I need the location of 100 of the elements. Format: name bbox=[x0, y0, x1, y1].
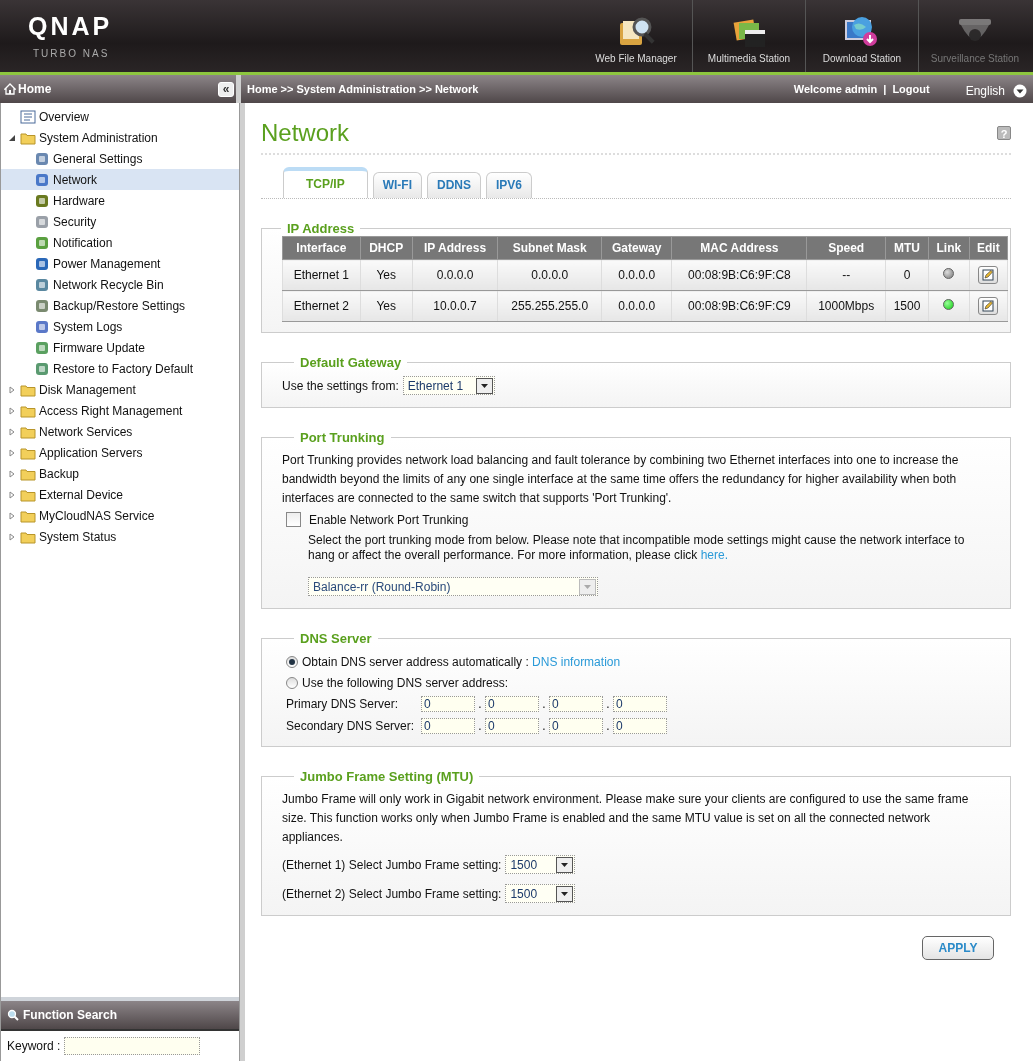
tab[interactable]: WI-FI bbox=[372, 172, 422, 198]
settings-page-icon bbox=[34, 234, 50, 251]
table-cell: 0.0.0.0 bbox=[412, 259, 498, 291]
dropdown[interactable]: 1500 bbox=[505, 884, 576, 903]
radio-label: Obtain DNS server address automatically : DNS information bbox=[302, 655, 621, 669]
product-name: TURBO NAS bbox=[32, 48, 111, 59]
dropdown-circle-icon bbox=[1013, 84, 1027, 98]
sidebar-item[interactable]: Network Recycle Bin bbox=[1, 274, 239, 295]
sidebar-item[interactable]: Firmware Update bbox=[1, 337, 239, 358]
description-text: Jumbo Frame will only work in Gigabit network environment. Please make sure your clients are configured to use the same frame size. This function works only when Jumbo Frame is enabled and the same MTU value is set on all the connected network appliances. bbox=[282, 791, 970, 846]
radio-button[interactable] bbox=[286, 677, 298, 689]
search-icon bbox=[7, 1009, 19, 1021]
column-header: MAC Address bbox=[671, 236, 807, 260]
hint-text: Select the port trunking mode from below. Please note that incompatible mode settings might cause the network interface to hang or affect the overall performance. For more information, please click here. bbox=[308, 533, 966, 563]
field-label: (Ethernet 2) Select Jumbo Frame setting: bbox=[282, 886, 502, 901]
sidebar-item[interactable]: System Logs bbox=[1, 316, 239, 337]
table-cell: 10.0.0.7 bbox=[412, 290, 498, 322]
sidebar-item[interactable]: General Settings bbox=[1, 148, 239, 169]
page-title: Network bbox=[261, 119, 350, 147]
sidebar-item[interactable]: MyCloudNAS Service bbox=[1, 505, 239, 526]
app-shortcut[interactable]: Download Station bbox=[805, 0, 918, 72]
sidebar-item[interactable]: Restore to Factory Default bbox=[1, 358, 239, 379]
checkbox-label: Enable Network Port Trunking bbox=[309, 512, 469, 527]
app-shortcut[interactable]: Multimedia Station bbox=[692, 0, 805, 72]
section-title: Port Trunking bbox=[299, 430, 386, 445]
settings-page-icon bbox=[34, 360, 50, 377]
sidebar-item[interactable]: System Status bbox=[1, 526, 239, 547]
folder-icon bbox=[20, 382, 36, 397]
folder-icon bbox=[20, 445, 36, 460]
caret-icon bbox=[584, 584, 591, 589]
field-label: Secondary DNS Server: bbox=[286, 719, 416, 733]
section-title: IP Address bbox=[286, 221, 356, 236]
ip-octet-field[interactable]: 0 bbox=[549, 696, 603, 712]
ip-octet-field[interactable]: 0 bbox=[613, 696, 667, 712]
sidebar-item[interactable]: Notification bbox=[1, 232, 239, 253]
radio-label: Use the following DNS server address: bbox=[302, 676, 509, 690]
folder-icon bbox=[20, 130, 36, 145]
dot-separator: . bbox=[477, 697, 483, 711]
sidebar-item[interactable]: Network bbox=[1, 169, 239, 190]
table-cell: Ethernet 1 bbox=[282, 259, 361, 291]
section-title: DNS Server bbox=[299, 631, 373, 646]
settings-page-icon bbox=[34, 255, 50, 272]
table-cell: 0.0.0.0 bbox=[497, 259, 602, 291]
sidebar-item[interactable]: Disk Management bbox=[1, 379, 239, 400]
folder-icon bbox=[20, 403, 36, 418]
sidebar-item[interactable]: Backup bbox=[1, 463, 239, 484]
keyword-field[interactable] bbox=[64, 1037, 201, 1055]
ip-octet-field[interactable]: 0 bbox=[613, 718, 667, 734]
section-title: Jumbo Frame Setting (MTU) bbox=[299, 769, 475, 784]
field-label: Use the settings from: bbox=[282, 378, 399, 393]
table-cell: -- bbox=[806, 259, 886, 291]
ip-octet-field[interactable]: 0 bbox=[549, 718, 603, 734]
ip-octet-field[interactable]: 0 bbox=[421, 718, 475, 734]
section-title: Default Gateway bbox=[299, 355, 403, 370]
ip-octet-field[interactable]: 0 bbox=[421, 696, 475, 712]
table-cell: 1000Mbps bbox=[806, 290, 886, 322]
settings-page-icon bbox=[34, 297, 50, 314]
sidebar-item[interactable]: Hardware bbox=[1, 190, 239, 211]
checkbox[interactable] bbox=[286, 512, 301, 527]
table-cell: 255.255.255.0 bbox=[497, 290, 602, 322]
pencil-icon bbox=[982, 300, 995, 312]
column-header: Link bbox=[928, 236, 970, 260]
column-header: Subnet Mask bbox=[497, 236, 602, 260]
app-shortcut[interactable]: Web File Manager bbox=[580, 0, 692, 72]
column-header: MTU bbox=[885, 236, 929, 260]
home-icon bbox=[4, 83, 16, 95]
tab[interactable]: IPV6 bbox=[486, 172, 533, 198]
ip-octet-field[interactable]: 0 bbox=[485, 696, 539, 712]
logout-link[interactable]: Logout bbox=[892, 83, 930, 95]
sidebar-item[interactable]: Application Servers bbox=[1, 442, 239, 463]
dot-separator: . bbox=[605, 697, 611, 711]
collapse-button[interactable]: « bbox=[218, 81, 234, 97]
folder-icon bbox=[20, 487, 36, 502]
edit-button[interactable] bbox=[978, 297, 999, 315]
welcome-text: Welcome admin bbox=[793, 83, 878, 95]
sidebar-item[interactable]: Overview bbox=[1, 106, 239, 127]
sidebar-item[interactable]: Security bbox=[1, 211, 239, 232]
sidebar-item[interactable]: Backup/Restore Settings bbox=[1, 295, 239, 316]
tab[interactable]: DDNS bbox=[427, 172, 481, 198]
sidebar-item[interactable]: External Device bbox=[1, 484, 239, 505]
sidebar-item[interactable]: Network Services bbox=[1, 421, 239, 442]
radio-button[interactable] bbox=[286, 656, 298, 668]
dropdown[interactable]: 1500 bbox=[505, 855, 576, 874]
dot-separator: . bbox=[541, 719, 547, 733]
separator: | bbox=[883, 83, 887, 95]
edit-button[interactable] bbox=[978, 266, 999, 284]
field-label: (Ethernet 1) Select Jumbo Frame setting: bbox=[282, 857, 502, 872]
settings-page-icon bbox=[34, 213, 50, 230]
language-selector[interactable]: English bbox=[965, 84, 1027, 98]
column-header: Edit bbox=[969, 236, 1008, 260]
settings-page-icon bbox=[34, 171, 50, 188]
dropdown[interactable]: Ethernet 1 bbox=[402, 376, 495, 395]
sidebar-item[interactable]: System Administration bbox=[1, 127, 239, 148]
caret-icon bbox=[480, 383, 488, 388]
table-cell: Yes bbox=[360, 259, 413, 291]
logo: QNAP bbox=[28, 14, 113, 38]
dot-separator: . bbox=[541, 697, 547, 711]
sidebar-item[interactable]: Access Right Management bbox=[1, 400, 239, 421]
ip-octet-field[interactable]: 0 bbox=[485, 718, 539, 734]
sidebar-item[interactable]: Power Management bbox=[1, 253, 239, 274]
